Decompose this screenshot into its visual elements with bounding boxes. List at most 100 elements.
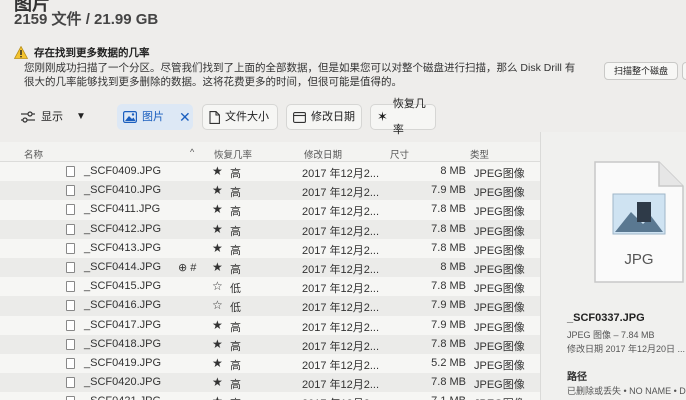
table-rows: _SCF0409.JPG ★ 高 2017 年12月2... 8 MB JPEG图像 _SC… [0,162,540,400]
recovery-chance: 高 [230,379,241,392]
modified-date: 2017 年12月2... [302,379,380,392]
file-icon [66,204,75,216]
sort-chance-label: 恢复几率 [392,98,426,136]
recovery-star-icon: ★ [212,240,223,255]
file-type: JPEG图像 [474,244,525,257]
file-name: _SCF0419.JPG [84,356,162,369]
table-row[interactable]: _SCF0415.JPG ☆ 低 2017 年12月2... 7.8 MB JPEG图像 [0,277,540,297]
file-name: _SCF0409.JPG [84,165,162,177]
table-row[interactable]: _SCF0416.JPG ☆ 低 2017 年12月2... 7.9 MB JPEG图像 [0,296,540,316]
recovery-star-icon: ★ [212,394,223,400]
table-row[interactable]: _SCF0409.JPG ★ 高 2017 年12月2... 8 MB JPEG图像 [0,162,540,182]
modified-date: 2017 年12月2... [302,168,380,180]
modified-date: 2017 年12月2... [302,225,380,238]
recovery-star-icon: ☆ [212,298,223,313]
document-icon [209,110,220,124]
file-size: 7.9 MB [431,299,466,312]
modified-date: 2017 年12月2... [302,321,380,334]
display-options-button[interactable]: 显示 ▼ [14,104,96,130]
sort-chance-button[interactable]: ✶ 恢复几率 [370,98,436,136]
file-type: JPEG图像 [474,340,525,353]
file-type: JPEG图像 [474,263,525,276]
table-row[interactable]: _SCF0419.JPG ★ 高 2017 年12月2... 5.2 MB JPEG图像 [0,353,540,374]
recovery-star-icon: ★ [212,375,223,390]
file-size: 5.2 MB [431,356,466,369]
table-row[interactable]: _SCF0411.JPG ★ 高 2017 年12月2... 7.8 MB JPEG图像 [0,200,540,220]
modified-date: 2017 年12月2... [302,283,380,296]
table-header: 名称 ^ 恢复几率 修改日期 尺寸 类型 [0,142,540,162]
recovery-star-icon: ★ [212,221,223,236]
sort-chevron-icon[interactable]: ^ [190,147,194,157]
recovery-chance: 高 [230,340,241,353]
column-header-name[interactable]: 名称 [24,147,43,161]
column-header-type[interactable]: 类型 [470,147,489,161]
dismiss-button[interactable]: 不 [682,62,686,80]
file-size: 7.8 MB [431,376,466,389]
table-row[interactable]: _SCF0414.JPG ★ 高 2017 年12月2... 8 MB JPEG图像 ⊕ # [0,257,540,278]
file-icon [66,242,75,254]
close-icon[interactable]: ✕ [179,104,191,130]
file-type: JPEG图像 [474,206,525,219]
file-icon [66,166,75,177]
file-count: 2159 文件 / 21.99 GB [14,11,159,28]
file-type: JPEG图像 [474,302,525,315]
file-size: 8 MB [440,165,466,177]
sort-size-button[interactable]: 文件大小 [202,104,278,130]
row-action-icons[interactable]: ⊕ # [178,261,196,274]
warning-body-line: 很大的几率能够找到更多删除的数据。这将花费更多的时间，但很可能是值得的。 [24,76,402,88]
sort-date-label: 修改日期 [311,111,355,123]
recovery-star-icon: ★ [212,164,223,178]
images-filter-chip[interactable]: 图片 ✕ [117,104,193,130]
recovery-star-icon: ★ [212,202,223,217]
table-row[interactable]: _SCF0420.JPG ★ 高 2017 年12月2... 7.8 MB JPEG图像 [0,373,540,393]
recovery-chance: 高 [230,321,241,334]
file-name: _SCF0418.JPG [84,337,162,350]
table-row[interactable]: _SCF0413.JPG ★ 高 2017 年12月2... 7.8 MB JPEG图像 [0,238,540,258]
file-name: _SCF0420.JPG [84,376,162,389]
column-header-size[interactable]: 尺寸 [390,147,409,161]
recovery-star-icon: ★ [212,183,223,198]
table-row[interactable]: _SCF0417.JPG ★ 高 2017 年12月2... 7.9 MB JPEG图像 [0,315,540,335]
preview-type-size: JPEG 图像 – 7.84 MB [567,330,655,340]
scan-whole-disk-button[interactable]: 扫描整个磁盘 [604,62,678,80]
recovery-chance: 高 [230,168,241,180]
file-type: JPEG图像 [474,168,525,180]
modified-date: 2017 年12月2... [302,395,379,400]
modified-date: 2017 年12月2... [302,187,380,200]
column-header-date[interactable]: 修改日期 [304,147,342,161]
warning-title: 存在找到更多数据的几率 [34,47,150,59]
recovery-chance: 高 [230,244,241,257]
file-size: 7.8 MB [431,222,466,235]
sparkle-star-icon: ✶ [377,109,388,124]
table-row[interactable]: _SCF0421.JPG ★ 高 2017 年12月2... 7.1 MB JPEG图像 [0,392,540,400]
column-header-chance[interactable]: 恢复几率 [214,147,252,161]
preview-path-value: 已删除或丢失 • NO NAME • D [567,386,686,396]
table-row[interactable]: _SCF0412.JPG ★ 高 2017 年12月2... 7.8 MB JPEG图像 [0,219,540,239]
file-type: JPEG图像 [474,321,525,334]
recovery-chance: 高 [230,263,241,276]
recovery-chance: 低 [230,302,241,315]
preview-file-name: _SCF0337.JPG [567,312,645,324]
sort-date-button[interactable]: 修改日期 [286,104,362,130]
recovery-chance: 高 [230,206,241,219]
photo-icon [123,111,137,123]
modified-date: 2017 年12月2... [302,263,380,276]
warning-body-line: 您刚刚成功扫描了一个分区。尽管我们找到了上面的全部数据，但是如果您可以对整个磁盘… [24,62,576,74]
jpg-file-icon: JPG [594,161,684,283]
file-icon [66,223,75,235]
sliders-icon [21,111,35,123]
file-name: _SCF0413.JPG [84,241,162,254]
file-icon [66,185,75,197]
file-name: _SCF0411.JPG [84,203,161,216]
table-row[interactable]: _SCF0410.JPG ★ 高 2017 年12月2... 7.9 MB JPEG图像 [0,181,540,201]
file-name: _SCF0416.JPG [84,299,162,312]
file-type: JPEG图像 [474,359,525,372]
warning-icon [14,46,28,59]
file-size: 8 MB [440,260,466,273]
recovery-chance: 低 [230,283,241,296]
images-filter-label: 图片 [142,111,164,123]
file-type-badge: JPG [624,251,653,268]
table-row[interactable]: _SCF0418.JPG ★ 高 2017 年12月2... 7.8 MB JPEG图像 [0,334,540,354]
recovery-star-icon: ★ [212,336,223,351]
recovery-star-icon: ★ [212,355,223,370]
